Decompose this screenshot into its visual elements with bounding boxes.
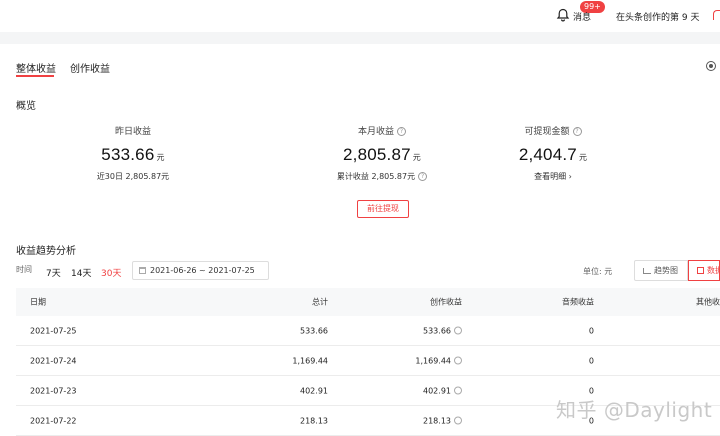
column-header-other: 其他收 xyxy=(696,297,720,307)
cell-audio: 0 xyxy=(588,356,594,365)
yesterday-income-stat: 昨日收益 533.66 元 近30日 2,805.87元 xyxy=(53,124,213,182)
cell-audio: 0 xyxy=(588,326,594,335)
bell-icon[interactable] xyxy=(556,8,570,22)
cumulative-income-row: 累计收益 2,805.87元? xyxy=(302,171,462,182)
withdrawable-label-row: 可提现金额? xyxy=(473,124,633,137)
cell-date: 2021-07-25 xyxy=(30,326,77,335)
cell-total: 1,169.44 xyxy=(292,356,328,365)
cell-date: 2021-07-22 xyxy=(30,416,77,425)
cell-creation: 1,169.44 xyxy=(415,356,462,365)
info-icon[interactable] xyxy=(454,356,462,365)
cell-creation: 533.66 xyxy=(423,326,462,335)
trend-chart-label: 趋势图 xyxy=(654,266,678,275)
line-chart-icon xyxy=(643,267,651,274)
avatar-edge[interactable] xyxy=(713,10,720,20)
cell-total: 218.13 xyxy=(300,416,328,425)
help-icon[interactable]: ? xyxy=(418,172,428,181)
period-30-days[interactable]: 30天 xyxy=(101,266,121,279)
table-icon xyxy=(697,267,704,274)
column-header-date: 日期 xyxy=(30,297,46,307)
calendar-icon xyxy=(139,267,146,274)
yesterday-income-label: 昨日收益 xyxy=(114,127,151,137)
month-income-label: 本月收益 xyxy=(357,127,394,137)
withdrawable-label: 可提现金额 xyxy=(524,127,570,137)
cell-date: 2021-07-23 xyxy=(30,386,77,395)
column-header-audio: 音频收益 xyxy=(562,297,594,307)
period-14-days[interactable]: 14天 xyxy=(71,266,91,279)
month-income-value: 2,805.87 元 xyxy=(302,145,462,165)
time-label: 时间 xyxy=(16,265,32,274)
cell-creation: 402.91 xyxy=(423,386,462,395)
active-tab-indicator xyxy=(16,75,54,77)
column-header-total: 总计 xyxy=(312,297,328,307)
month-income-amount: 2,805.87 xyxy=(343,145,411,164)
info-icon[interactable] xyxy=(454,386,462,395)
cumulative-income: 累计收益 2,805.87元 xyxy=(336,172,416,181)
trend-chart-view-button[interactable]: 趋势图 xyxy=(634,260,688,281)
table-row: 2021-07-24 1,169.44 1,169.44 0 xyxy=(16,346,720,376)
view-details-link[interactable]: 查看明细 › xyxy=(473,171,633,182)
settings-icon[interactable] xyxy=(706,61,716,71)
cell-creation: 218.13 xyxy=(423,416,462,425)
data-table-label: 数据 xyxy=(707,266,719,275)
messages-link[interactable]: 消息 xyxy=(573,10,591,23)
tab-overall-income[interactable]: 整体收益 xyxy=(16,60,56,75)
yesterday-income-amount: 533.66 xyxy=(101,145,155,164)
month-income-label-row: 本月收益? xyxy=(302,124,462,137)
info-icon[interactable] xyxy=(454,416,462,425)
cell-total: 402.91 xyxy=(300,386,328,395)
table-row: 2021-07-25 533.66 533.66 0 xyxy=(16,316,720,346)
cell-creation-value: 402.91 xyxy=(423,386,451,395)
period-7-days[interactable]: 7天 xyxy=(46,266,61,279)
currency-unit: 元 xyxy=(412,153,421,162)
cell-creation-value: 533.66 xyxy=(423,326,451,335)
cell-total: 533.66 xyxy=(300,326,328,335)
withdrawable-amount: 2,404.7 xyxy=(518,145,577,164)
info-icon[interactable] xyxy=(454,326,462,335)
help-icon[interactable]: ? xyxy=(397,127,406,136)
withdraw-button[interactable]: 前往提现 xyxy=(357,200,409,218)
table-header: 日期 总计 创作收益 音频收益 其他收 xyxy=(16,288,720,316)
unit-label: 单位: 元 xyxy=(583,267,613,276)
creation-days-text: 在头条创作的第 9 天 xyxy=(616,13,700,23)
cell-creation-value: 1,169.44 xyxy=(415,356,451,365)
trend-analysis-title: 收益趋势分析 xyxy=(16,246,76,257)
last-30-days-income: 近30日 2,805.87元 xyxy=(96,172,170,181)
currency-unit: 元 xyxy=(156,153,165,162)
currency-unit: 元 xyxy=(578,153,588,162)
tab-creation-income[interactable]: 创作收益 xyxy=(70,60,110,75)
overview-title: 概览 xyxy=(16,101,36,112)
cell-creation-value: 218.13 xyxy=(423,416,451,425)
watermark: 知乎 @Daylight xyxy=(556,398,713,422)
column-header-creation: 创作收益 xyxy=(430,297,462,307)
withdrawable-stat: 可提现金额? 2,404.7 元 查看明细 › xyxy=(473,124,633,182)
withdrawable-value: 2,404.7 元 xyxy=(473,145,633,165)
data-table-view-button[interactable]: 数据 xyxy=(688,260,720,281)
date-range-value: 2021-06-26 ~ 2021-07-25 xyxy=(150,266,255,275)
month-income-stat: 本月收益? 2,805.87 元 累计收益 2,805.87元? xyxy=(302,124,462,182)
date-range-picker[interactable]: 2021-06-26 ~ 2021-07-25 xyxy=(132,261,269,280)
top-bar: 99+ 消息 在头条创作的第 9 天 xyxy=(0,0,720,32)
help-icon[interactable]: ? xyxy=(572,127,582,136)
income-panel: 整体收益 创作收益 概览 昨日收益 533.66 元 近30日 2,805.87元… xyxy=(0,44,720,436)
cell-date: 2021-07-24 xyxy=(30,356,77,365)
yesterday-income-value: 533.66 元 xyxy=(53,145,213,165)
